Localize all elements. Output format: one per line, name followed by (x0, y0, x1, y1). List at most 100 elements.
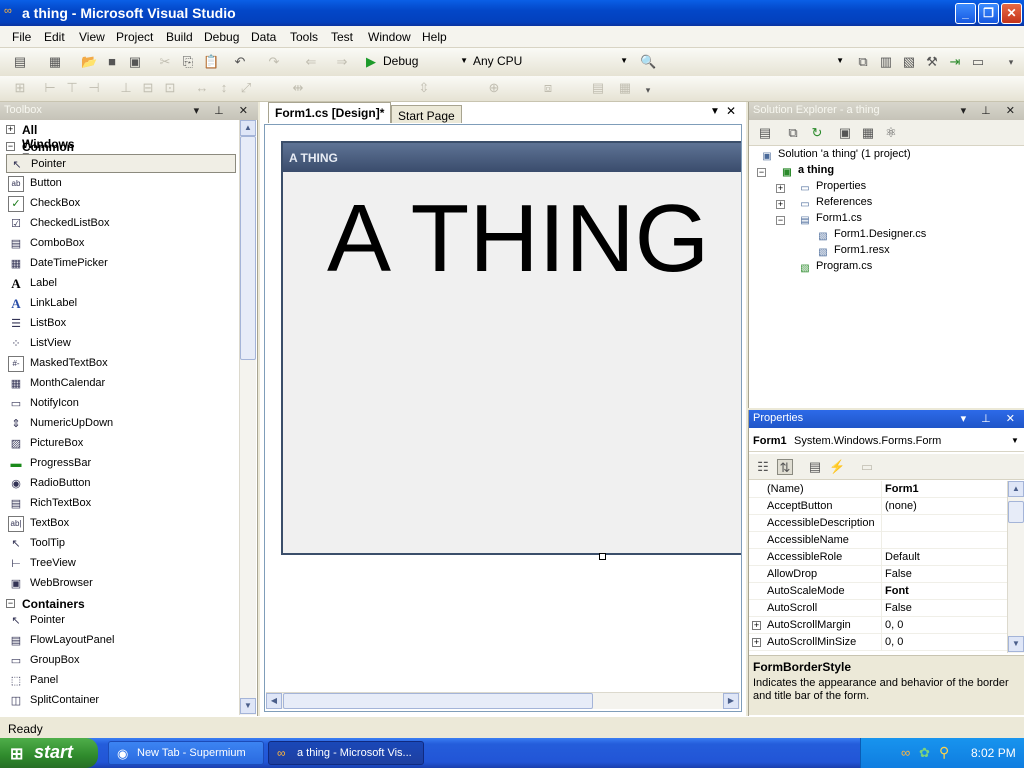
network-icon[interactable]: ✿ (919, 745, 930, 761)
panel-buttons[interactable]: ▾ ⊥ ✕ (194, 104, 254, 117)
toolbox-icon[interactable]: ⚒ (924, 54, 940, 70)
property-row[interactable]: + AutoScrollMinSize 0, 0 (749, 634, 1007, 651)
lock-controls-icon[interactable]: ▦ (617, 80, 633, 96)
property-value[interactable]: Font (885, 585, 909, 597)
align-bottoms-icon[interactable]: ⊡ (162, 80, 178, 96)
show-all-files-icon[interactable]: ⧉ (785, 125, 801, 141)
configuration-dropdown[interactable]: Debug ▼ (379, 52, 471, 72)
alphabetical-icon[interactable]: ⇅ (777, 459, 793, 475)
menu-build[interactable]: Build (166, 30, 193, 44)
toolbox-item-tooltip[interactable]: ↖ ToolTip (6, 534, 236, 553)
start-debug-icon[interactable]: ▶ (363, 54, 379, 70)
paste-icon[interactable]: 📋 (203, 54, 219, 70)
class-diagram-icon[interactable]: ⚛ (883, 125, 899, 141)
property-row[interactable]: AccessibleName (749, 532, 1007, 549)
solution-explorer-header[interactable]: Solution Explorer - a thing ▾ ⊥ ✕ (749, 102, 1024, 120)
scroll-up-icon[interactable]: ▲ (240, 120, 256, 136)
program-node[interactable]: ▧ Program.cs (797, 260, 872, 277)
form1-resx-node[interactable]: ▧ Form1.resx (815, 244, 889, 261)
make-same-size-icon[interactable]: ⤢ (238, 80, 254, 96)
property-row[interactable]: (Name) Form1 (749, 481, 1007, 498)
menu-test[interactable]: Test (331, 30, 353, 44)
property-row[interactable]: AcceptButton (none) (749, 498, 1007, 515)
property-row[interactable]: AutoScroll False (749, 600, 1007, 617)
scroll-down-icon[interactable]: ▼ (1008, 636, 1024, 652)
toolbox-item-maskedtextbox[interactable]: #- MaskedTextBox (6, 354, 236, 373)
property-value[interactable]: (none) (885, 500, 917, 512)
toolbox-item-monthcalendar[interactable]: ▦ MonthCalendar (6, 374, 236, 393)
command-window-icon[interactable]: ▭ (970, 54, 986, 70)
menu-project[interactable]: Project (116, 30, 153, 44)
toolbox-item-notifyicon[interactable]: ▭ NotifyIcon (6, 394, 236, 413)
menu-data[interactable]: Data (251, 30, 276, 44)
scroll-left-icon[interactable]: ◀ (266, 693, 282, 709)
properties-header[interactable]: Properties ▾ ⊥ ✕ (749, 410, 1024, 428)
tab-order-icon[interactable]: ▤ (590, 80, 606, 96)
refresh-icon[interactable]: ↻ (809, 125, 825, 141)
find-combobox[interactable]: ▼ (659, 52, 847, 72)
menu-edit[interactable]: Edit (44, 30, 65, 44)
categorized-icon[interactable]: ☷ (755, 459, 771, 475)
properties-icon[interactable]: ▤ (757, 125, 773, 141)
collapse-icon[interactable]: − (776, 216, 785, 225)
toolbox-item-radiobutton[interactable]: ◉ RadioButton (6, 474, 236, 493)
form1-node[interactable]: ▤ Form1.cs (797, 212, 862, 229)
menu-tools[interactable]: Tools (290, 30, 318, 44)
align-lefts-icon[interactable]: ⊢ (42, 80, 58, 96)
title-bar[interactable]: ∞ a thing - Microsoft Visual Studio _ ❐ … (0, 0, 1024, 26)
menu-view[interactable]: View (79, 30, 105, 44)
add-item-icon[interactable]: ▦ (47, 54, 63, 70)
toolbox-scrollbar[interactable]: ▲ ▼ (239, 120, 256, 715)
center-horizontally-icon[interactable]: ⊕ (486, 80, 502, 96)
copy-icon[interactable]: ⎘ (180, 54, 196, 70)
undo-icon[interactable]: ↶ (232, 54, 248, 70)
solution-node[interactable]: ▣ Solution 'a thing' (1 project) (759, 148, 910, 165)
navigate-forward-icon[interactable]: ⇒ (334, 54, 350, 70)
toolbox-item-combobox[interactable]: ▤ ComboBox (6, 234, 236, 253)
close-button[interactable]: ✕ (1001, 3, 1022, 24)
taskbar-item-visual-studio[interactable]: ∞ a thing - Microsoft Vis... (268, 741, 424, 765)
toolbox-item-button[interactable]: ab Button (6, 174, 236, 193)
tab-form1-design[interactable]: Form1.cs [Design]* (268, 102, 392, 123)
scroll-up-icon[interactable]: ▲ (1008, 481, 1024, 497)
close-tab-icon[interactable]: ✕ (726, 104, 736, 118)
expand-icon[interactable]: + (776, 200, 785, 209)
form1-window[interactable]: A THING A THING (281, 141, 741, 555)
toolbar-options-icon[interactable]: ▾ (640, 82, 656, 98)
property-value[interactable]: 0, 0 (885, 636, 903, 648)
view-code-icon[interactable]: ▣ (837, 125, 853, 141)
resize-handle[interactable] (599, 553, 606, 560)
property-value[interactable]: False (885, 568, 912, 580)
maximize-button[interactable]: ❐ (978, 3, 999, 24)
align-to-grid-icon[interactable]: ⊞ (12, 80, 28, 96)
start-page-icon[interactable]: ⇥ (947, 54, 963, 70)
toolbox-item-listbox[interactable]: ☰ ListBox (6, 314, 236, 333)
property-value[interactable]: 0, 0 (885, 619, 903, 631)
taskbar-item-supermium[interactable]: ◉ New Tab - Supermium (108, 741, 264, 765)
save-all-icon[interactable]: ▣ (127, 54, 143, 70)
navigate-back-icon[interactable]: ⇐ (303, 54, 319, 70)
scroll-down-icon[interactable]: ▼ (240, 698, 256, 714)
horizontal-spacing-icon[interactable]: ⇹ (290, 80, 306, 96)
start-button[interactable]: ⊞ start (0, 738, 98, 768)
property-row[interactable]: AllowDrop False (749, 566, 1007, 583)
collapse-icon[interactable]: − (757, 168, 766, 177)
object-selector[interactable]: Form1 System.Windows.Forms.Form ▼ (749, 430, 1024, 452)
toolbox-item-panel[interactable]: ⬚ Panel (6, 671, 236, 690)
make-same-height-icon[interactable]: ↕ (216, 80, 232, 96)
align-tops-icon[interactable]: ⊥ (118, 80, 134, 96)
clock[interactable]: 8:02 PM (971, 746, 1016, 760)
toolbar-options-icon[interactable]: ▾ (1003, 54, 1019, 70)
events-icon[interactable]: ⚡ (829, 459, 845, 475)
make-same-width-icon[interactable]: ↔ (194, 80, 210, 96)
panel-buttons[interactable]: ▾ ⊥ ✕ (961, 412, 1021, 425)
tab-list-icon[interactable]: ▼ (710, 106, 720, 117)
scroll-thumb[interactable] (1008, 501, 1024, 523)
toolbox-item-richtextbox[interactable]: ▤ RichTextBox (6, 494, 236, 513)
expand-icon[interactable]: + (752, 621, 761, 630)
toolbox-item-treeview[interactable]: ⊢ TreeView (6, 554, 236, 573)
cut-icon[interactable]: ✂ (157, 54, 173, 70)
menu-help[interactable]: Help (422, 30, 447, 44)
toolbox-item-linklabel[interactable]: A LinkLabel (6, 294, 236, 313)
property-row[interactable]: AccessibleRole Default (749, 549, 1007, 566)
